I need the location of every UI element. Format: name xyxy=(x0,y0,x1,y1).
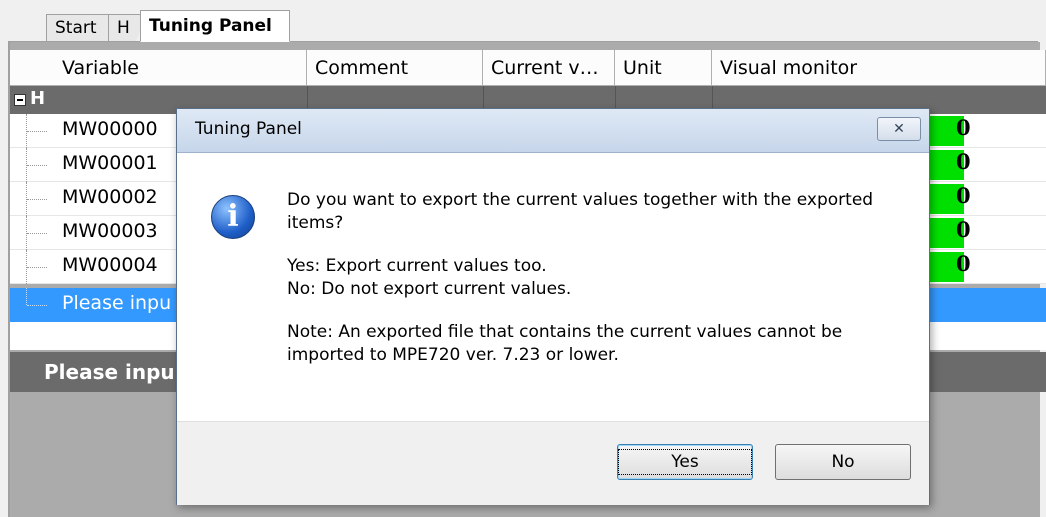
variable-name: MW00003 xyxy=(62,220,158,242)
column-header-visual-monitor[interactable]: Visual monitor xyxy=(712,50,1046,86)
monitor-value: 0 xyxy=(956,115,971,140)
variable-name: MW00001 xyxy=(62,152,158,174)
dialog-body: i Do you want to export the current valu… xyxy=(177,153,929,421)
yes-button[interactable]: Yes xyxy=(617,444,753,480)
tree-line xyxy=(26,148,49,182)
variable-name: MW00004 xyxy=(62,254,158,276)
export-confirm-dialog: Tuning Panel ✕ i Do you want to export t… xyxy=(176,108,930,505)
column-header-unit[interactable]: Unit xyxy=(615,50,712,86)
dialog-title: Tuning Panel xyxy=(195,119,302,139)
tree-line xyxy=(26,250,49,284)
collapse-icon[interactable] xyxy=(14,94,26,106)
monitor-value: 0 xyxy=(956,217,971,242)
close-icon[interactable]: ✕ xyxy=(877,117,921,141)
message-line: No: Do not export current values. xyxy=(287,279,572,299)
column-header-comment[interactable]: Comment xyxy=(307,50,483,86)
variable-name: MW00000 xyxy=(62,118,158,140)
message-line: Do you want to export the current values… xyxy=(287,190,874,210)
monitor-value: 0 xyxy=(956,183,971,208)
no-button[interactable]: No xyxy=(775,444,911,480)
yes-button-label: Yes xyxy=(618,449,752,475)
monitor-value: 0 xyxy=(956,251,971,276)
column-header-variable[interactable]: Variable xyxy=(10,50,307,86)
group-label: H xyxy=(30,88,46,109)
message-line: imported to MPE720 ver. 7.23 or lower. xyxy=(287,345,619,365)
tree-line xyxy=(26,288,49,306)
tab-tuning-panel[interactable]: Tuning Panel xyxy=(140,10,290,42)
message-line: items? xyxy=(287,213,344,233)
tree-line xyxy=(26,182,49,216)
lower-section-label: Please inpu xyxy=(44,360,175,384)
dialog-title-bar[interactable]: Tuning Panel ✕ xyxy=(177,109,929,153)
monitor-value: 0 xyxy=(956,149,971,174)
dialog-message: Do you want to export the current values… xyxy=(287,189,907,367)
tuning-panel-window: Start H Tuning Panel Variable Comment Cu… xyxy=(0,0,1046,517)
tree-line xyxy=(26,216,49,250)
input-placeholder: Please inpu xyxy=(62,292,172,314)
no-button-label: No xyxy=(831,452,855,472)
message-line: Yes: Export current values too. xyxy=(287,256,547,276)
tree-line xyxy=(26,114,49,148)
message-line: Note: An exported file that contains the… xyxy=(287,322,843,342)
column-header-current-value[interactable]: Current v… xyxy=(483,50,615,86)
info-icon: i xyxy=(211,195,255,239)
dialog-footer: Yes No xyxy=(177,421,929,505)
tab-start[interactable]: Start xyxy=(46,14,110,41)
tab-bar: Start H Tuning Panel xyxy=(0,0,1046,42)
variable-name: MW00002 xyxy=(62,186,158,208)
